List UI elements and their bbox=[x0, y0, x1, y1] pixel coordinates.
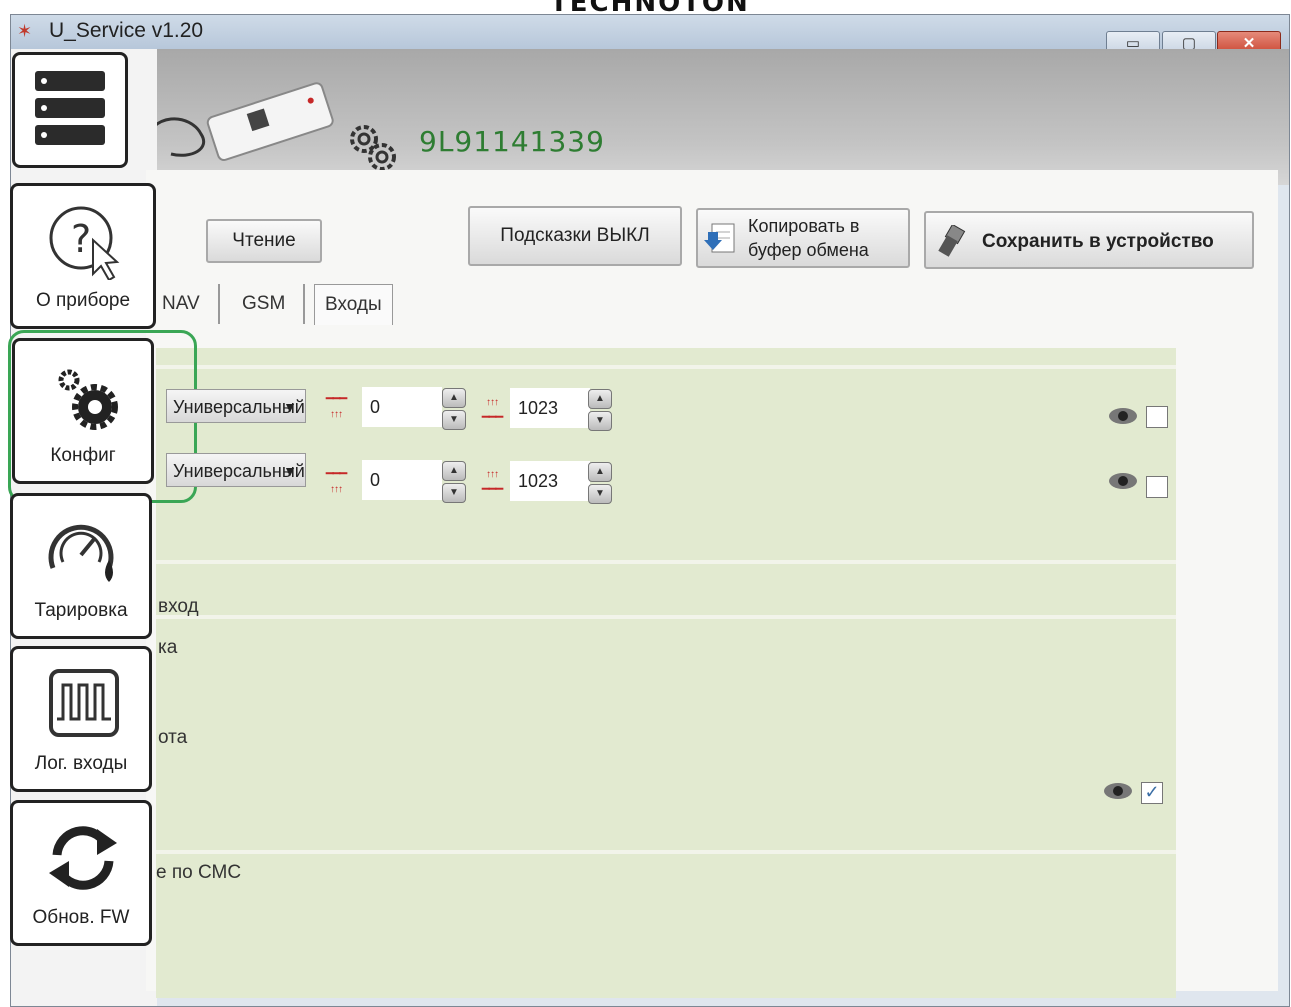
main-menu-button[interactable] bbox=[12, 52, 128, 168]
spin-up-icon[interactable]: ▲ bbox=[442, 461, 466, 481]
input-mode-select[interactable]: Универсальный ▼ bbox=[166, 453, 306, 487]
window-title: U_Service v1.20 bbox=[49, 19, 204, 42]
device-image-icon bbox=[133, 82, 334, 162]
max-value-field[interactable]: 1023 bbox=[510, 461, 590, 501]
tab-inputs[interactable]: Входы bbox=[314, 284, 393, 325]
nav-firmware-label: Обнов. FW bbox=[32, 907, 130, 928]
eye-icon[interactable] bbox=[1103, 782, 1133, 800]
chevron-down-icon: ▼ bbox=[283, 399, 297, 415]
min-value-spinner[interactable]: ▲ ▼ bbox=[442, 461, 466, 503]
visibility-checkbox[interactable] bbox=[1146, 406, 1168, 428]
row-label: ота bbox=[158, 727, 188, 748]
upper-limit-icon: ↑↑↑ ▁▁▁ bbox=[481, 397, 503, 418]
nav-calibration[interactable]: Тарировка bbox=[10, 493, 152, 639]
device-serial-number: 9L91141339 bbox=[419, 125, 605, 158]
upper-limit-icon: ↑↑↑ ▁▁▁ bbox=[481, 469, 503, 490]
tab-nav[interactable]: NAV bbox=[162, 284, 220, 324]
inputs-panel bbox=[156, 348, 1176, 998]
row-label: ка bbox=[158, 637, 178, 658]
device-header: 9L91141339 bbox=[11, 49, 1289, 185]
max-value-field[interactable]: 1023 bbox=[510, 388, 590, 428]
input-mode-select[interactable]: Универсальный ▼ bbox=[166, 389, 306, 423]
eye-icon[interactable] bbox=[1108, 472, 1138, 490]
app-logo-icon: ✶ bbox=[17, 21, 33, 41]
row-label: вход bbox=[158, 596, 199, 617]
copy-label-line1: Копировать в bbox=[748, 216, 860, 236]
max-value-spinner[interactable]: ▲ ▼ bbox=[588, 389, 612, 431]
chevron-down-icon: ▼ bbox=[283, 463, 297, 479]
spin-down-icon[interactable]: ▼ bbox=[442, 483, 466, 503]
spin-down-icon[interactable]: ▼ bbox=[588, 411, 612, 431]
spin-up-icon[interactable]: ▲ bbox=[442, 388, 466, 408]
panel-divider bbox=[156, 560, 1176, 564]
spin-up-icon[interactable]: ▲ bbox=[588, 389, 612, 409]
usb-plug-icon bbox=[938, 225, 966, 257]
nav-calibration-label: Тарировка bbox=[34, 600, 128, 621]
visibility-checkbox[interactable] bbox=[1146, 476, 1168, 498]
nav-about-label: О приборе bbox=[35, 290, 131, 311]
min-value-field[interactable]: 0 bbox=[362, 460, 442, 500]
spin-up-icon[interactable]: ▲ bbox=[588, 462, 612, 482]
lower-limit-icon: ▔▔▔ ↑↑↑ bbox=[325, 399, 347, 420]
row-label: е по СМС bbox=[156, 862, 242, 883]
refresh-icon bbox=[49, 826, 117, 890]
nav-logic-inputs-label: Лог. входы bbox=[34, 753, 128, 774]
settings-gears-icon bbox=[350, 125, 396, 171]
hints-toggle-button[interactable]: Подсказки ВЫКЛ bbox=[468, 206, 682, 266]
min-value-field[interactable]: 0 bbox=[362, 387, 442, 427]
clipboard-download-icon bbox=[704, 223, 735, 253]
svg-text:?: ? bbox=[71, 217, 91, 261]
help-cursor-icon: ? bbox=[49, 206, 120, 280]
save-label: Сохранить в устройство bbox=[982, 231, 1214, 252]
tab-gsm[interactable]: GSM bbox=[242, 284, 306, 324]
eye-icon[interactable] bbox=[1108, 407, 1138, 425]
read-button[interactable]: Чтение bbox=[206, 219, 322, 263]
title-bar: ✶ U_Service v1.20 ▭ ▢ ✕ bbox=[11, 15, 1289, 59]
max-value-spinner[interactable]: ▲ ▼ bbox=[588, 462, 612, 504]
panel-divider bbox=[156, 615, 1176, 619]
nav-about-device[interactable]: ? О приборе bbox=[10, 183, 156, 329]
copy-label-line2: буфер обмена bbox=[748, 240, 869, 260]
gauge-drop-icon bbox=[48, 524, 114, 582]
panel-divider bbox=[156, 850, 1176, 854]
nav-firmware-update[interactable]: Обнов. FW bbox=[10, 800, 152, 946]
spin-down-icon[interactable]: ▼ bbox=[588, 484, 612, 504]
nav-logic-inputs[interactable]: Лог. входы bbox=[10, 646, 152, 792]
lower-limit-icon: ▔▔▔ ↑↑↑ bbox=[325, 474, 347, 495]
save-to-device-button[interactable]: Сохранить в устройство bbox=[924, 211, 1254, 269]
sms-visibility-checkbox[interactable]: ✓ bbox=[1141, 782, 1163, 804]
signal-chip-icon bbox=[49, 669, 119, 737]
copy-to-clipboard-button[interactable]: Копировать в буфер обмена bbox=[696, 208, 910, 268]
panel-divider bbox=[156, 365, 1176, 369]
min-value-spinner[interactable]: ▲ ▼ bbox=[442, 388, 466, 430]
spin-down-icon[interactable]: ▼ bbox=[442, 410, 466, 430]
